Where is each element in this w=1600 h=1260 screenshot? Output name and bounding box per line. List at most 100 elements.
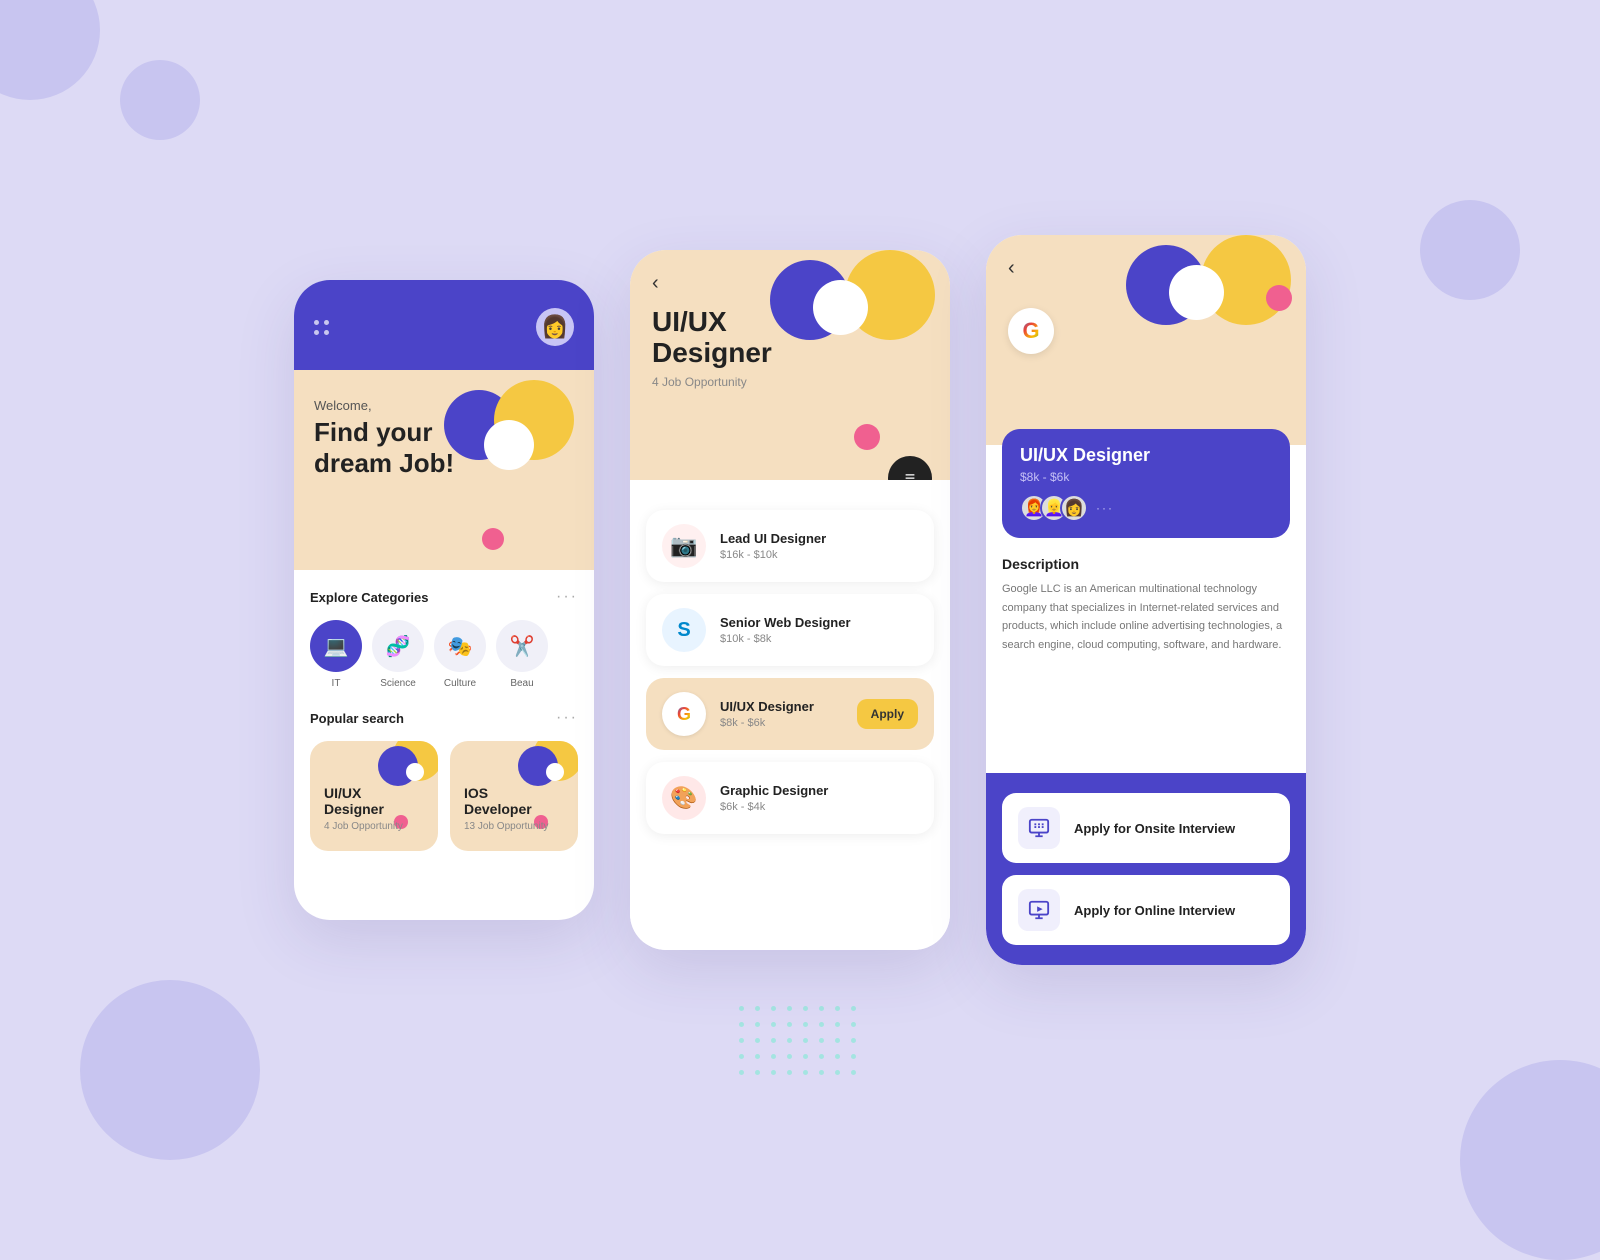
online-label: Apply for Online Interview bbox=[1074, 903, 1235, 918]
phone3-job-salary: $8k - $6k bbox=[1020, 470, 1272, 484]
phone3-bottom: Apply for Onsite Interview Apply for Onl… bbox=[986, 773, 1306, 965]
uiux-google-icon: G bbox=[662, 692, 706, 736]
science-icon: 🧬 bbox=[372, 620, 424, 672]
bg-deco-circle-top-left2 bbox=[120, 60, 200, 140]
graphic-info: Graphic Designer $6k - $4k bbox=[720, 783, 918, 813]
phone2-back-button[interactable]: ‹ bbox=[652, 272, 928, 295]
lead-ui-salary: $16k - $10k bbox=[720, 549, 918, 561]
senior-web-title: Senior Web Designer bbox=[720, 615, 918, 630]
welcome-text: Welcome, bbox=[314, 398, 574, 413]
phone2-body: 📷 Lead UI Designer $16k - $10k S Senior … bbox=[630, 480, 950, 950]
lead-ui-info: Lead UI Designer $16k - $10k bbox=[720, 531, 918, 561]
google-logo: G bbox=[1008, 308, 1054, 354]
explore-title: Explore Categories bbox=[310, 590, 429, 605]
online-icon bbox=[1018, 889, 1060, 931]
pop-deco-white bbox=[406, 763, 424, 781]
graphic-icon: 🎨 bbox=[662, 776, 706, 820]
senior-web-salary: $10k - $8k bbox=[720, 633, 918, 645]
hero-deco-pink bbox=[482, 528, 504, 550]
pop-deco-white2 bbox=[546, 763, 564, 781]
category-science[interactable]: 🧬 Science bbox=[372, 620, 424, 689]
explore-section-header: Explore Categories ··· bbox=[310, 588, 578, 606]
beauty-label: Beau bbox=[510, 678, 533, 689]
menu-dots-grid bbox=[314, 320, 329, 335]
phone1-hero-text: Welcome, Find yourdream Job! bbox=[314, 398, 574, 479]
phone3-deco-pink bbox=[1266, 285, 1292, 311]
bg-deco-circle-bottom-left bbox=[80, 980, 260, 1160]
science-label: Science bbox=[380, 678, 416, 689]
dot1 bbox=[314, 320, 319, 325]
senior-web-info: Senior Web Designer $10k - $8k bbox=[720, 615, 918, 645]
phone-job-detail: ‹ G UI/UX Designer $8k - $6k 👩‍🦰 👱‍♀️ 👩 … bbox=[986, 235, 1306, 965]
uiux-salary: $8k - $6k bbox=[720, 717, 843, 729]
phone3-body: Description Google LLC is an American mu… bbox=[986, 538, 1306, 773]
popular-section-header: Popular search ··· bbox=[310, 709, 578, 727]
graphic-title: Graphic Designer bbox=[720, 783, 918, 798]
card-ios-title: IOSDeveloper bbox=[464, 785, 564, 817]
culture-icon: 🎭 bbox=[434, 620, 486, 672]
phone3-hero: ‹ G bbox=[986, 235, 1306, 445]
popular-card-uiux[interactable]: UI/UXDesigner 4 Job Opportunity bbox=[310, 741, 438, 851]
phone1-header: 👩 bbox=[294, 280, 594, 370]
applicant-avatars: 👩‍🦰 👱‍♀️ 👩 ··· bbox=[1020, 494, 1272, 522]
phone3-job-title: UI/UX Designer bbox=[1020, 445, 1272, 466]
card-uiux-sub: 4 Job Opportunity bbox=[324, 821, 424, 832]
phones-container: 👩 Welcome, Find yourdream Job! Explore C… bbox=[294, 235, 1306, 965]
phone3-back-button[interactable]: ‹ bbox=[1008, 257, 1284, 280]
bg-deco-circle-right-mid bbox=[1420, 200, 1520, 300]
category-it[interactable]: 💻 IT bbox=[310, 620, 362, 689]
category-beauty[interactable]: ✂️ Beau bbox=[496, 620, 548, 689]
phone2-job-count: 4 Job Opportunity bbox=[652, 375, 928, 389]
phone1-body: Explore Categories ··· 💻 IT 🧬 Science 🎭 … bbox=[294, 570, 594, 869]
description-title: Description bbox=[1002, 556, 1290, 572]
bg-deco-circle-top-left bbox=[0, 0, 100, 100]
onsite-label: Apply for Onsite Interview bbox=[1074, 821, 1235, 836]
lead-ui-icon: 📷 bbox=[662, 524, 706, 568]
dot4 bbox=[324, 330, 329, 335]
job-card-senior-web[interactable]: S Senior Web Designer $10k - $8k bbox=[646, 594, 934, 666]
senior-web-icon: S bbox=[662, 608, 706, 652]
culture-label: Culture bbox=[444, 678, 476, 689]
phone1-hero: Welcome, Find yourdream Job! bbox=[294, 370, 594, 570]
phone2-hero-text: UI/UXDesigner 4 Job Opportunity bbox=[652, 307, 928, 389]
explore-more-dots[interactable]: ··· bbox=[556, 588, 578, 606]
online-interview-button[interactable]: Apply for Online Interview bbox=[1002, 875, 1290, 945]
filter-button[interactable]: ≡ bbox=[888, 456, 932, 480]
avatar-more: ··· bbox=[1096, 501, 1114, 515]
job-card-uiux[interactable]: G UI/UX Designer $8k - $6k Apply bbox=[646, 678, 934, 750]
categories-row: 💻 IT 🧬 Science 🎭 Culture ✂️ Beau bbox=[310, 620, 578, 689]
job-card-graphic[interactable]: 🎨 Graphic Designer $6k - $4k bbox=[646, 762, 934, 834]
popular-more-dots[interactable]: ··· bbox=[556, 709, 578, 727]
popular-search-row: UI/UXDesigner 4 Job Opportunity IOSDevel… bbox=[310, 741, 578, 851]
beauty-icon: ✂️ bbox=[496, 620, 548, 672]
graphic-salary: $6k - $4k bbox=[720, 801, 918, 813]
it-label: IT bbox=[332, 678, 341, 689]
phone-home: 👩 Welcome, Find yourdream Job! Explore C… bbox=[294, 280, 594, 920]
dot2 bbox=[324, 320, 329, 325]
lead-ui-title: Lead UI Designer bbox=[720, 531, 918, 546]
dot-grid-decoration bbox=[739, 1006, 861, 1080]
dot3 bbox=[314, 330, 319, 335]
uiux-info: UI/UX Designer $8k - $6k bbox=[720, 699, 843, 729]
apply-button[interactable]: Apply bbox=[857, 699, 918, 729]
popular-title: Popular search bbox=[310, 711, 404, 726]
phone-job-list: ‹ UI/UXDesigner 4 Job Opportunity ≡ 📷 Le… bbox=[630, 250, 950, 950]
onsite-icon bbox=[1018, 807, 1060, 849]
bg-deco-circle-bottom-right bbox=[1460, 1060, 1600, 1260]
it-icon: 💻 bbox=[310, 620, 362, 672]
card-uiux-title: UI/UXDesigner bbox=[324, 785, 424, 817]
card-ios-sub: 13 Job Opportunity bbox=[464, 821, 564, 832]
phone3-job-card: UI/UX Designer $8k - $6k 👩‍🦰 👱‍♀️ 👩 ··· bbox=[1002, 429, 1290, 538]
category-culture[interactable]: 🎭 Culture bbox=[434, 620, 486, 689]
user-avatar[interactable]: 👩 bbox=[536, 308, 574, 346]
popular-card-ios[interactable]: IOSDeveloper 13 Job Opportunity bbox=[450, 741, 578, 851]
phone2-deco-pink bbox=[854, 424, 880, 450]
phone2-hero: ‹ UI/UXDesigner 4 Job Opportunity ≡ bbox=[630, 250, 950, 480]
job-card-lead-ui[interactable]: 📷 Lead UI Designer $16k - $10k bbox=[646, 510, 934, 582]
phone2-job-category: UI/UXDesigner bbox=[652, 307, 928, 369]
avatar-3: 👩 bbox=[1060, 494, 1088, 522]
headline-text: Find yourdream Job! bbox=[314, 417, 574, 479]
description-text: Google LLC is an American multinational … bbox=[1002, 580, 1290, 655]
uiux-title: UI/UX Designer bbox=[720, 699, 843, 714]
onsite-interview-button[interactable]: Apply for Onsite Interview bbox=[1002, 793, 1290, 863]
